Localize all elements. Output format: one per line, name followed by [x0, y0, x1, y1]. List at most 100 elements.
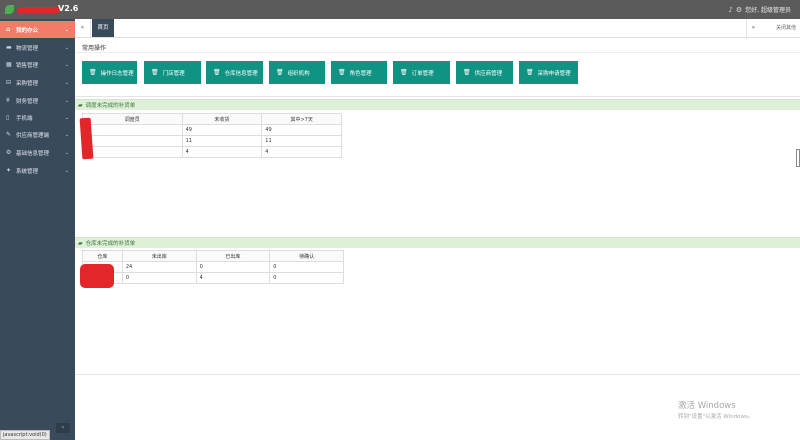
- table-cell: 49: [261, 124, 342, 136]
- op-button-label: 操作日志管理: [100, 70, 134, 77]
- warehouse-table: 仓库 未出库 已出库 待确认 24 0 0 0 4 0: [82, 250, 344, 284]
- op-button-warehouse[interactable]: 🗑 仓库信息管理: [206, 61, 263, 84]
- sidebar-item-label: 财务管理: [16, 98, 39, 105]
- table-cell: 11: [181, 135, 263, 147]
- tab-scroll-left-icon[interactable]: «: [75, 19, 91, 37]
- op-button-label: 采购申请管理: [537, 70, 571, 77]
- inventory-icon: ▦: [6, 61, 12, 68]
- column-header: 未收货: [181, 113, 263, 125]
- divider: [75, 52, 800, 53]
- gear-icon[interactable]: ⚙: [736, 6, 742, 14]
- table-cell: [82, 146, 183, 158]
- trash-icon: 🗑: [338, 69, 346, 76]
- sidebar-item-finance[interactable]: ¥ 财务管理 ⌄: [0, 92, 75, 109]
- close-other-tabs-button[interactable]: 关闭其他: [776, 19, 796, 37]
- chevron-down-icon: ⌄: [64, 44, 69, 51]
- op-button-purchase-request[interactable]: 🗑 采购申请管理: [519, 61, 578, 84]
- sidebar-item-supplier[interactable]: ✎ 供应商管理端 ⌄: [0, 126, 75, 143]
- table-row: 0 4 0: [82, 272, 344, 284]
- status-bar-url: javascript:void(0): [0, 430, 50, 440]
- tab-scroll-right-icon[interactable]: »: [746, 19, 760, 37]
- op-button-label: 供应商管理: [474, 70, 503, 77]
- main-content: 常用操作 🗑 操作日志管理 🗑 门店管理 🗑 仓库信息管理 🗑 组织机构 🗑 角色管理 🗑…: [75, 38, 800, 440]
- sidebar-item-label: 基础信息管理: [16, 150, 50, 157]
- sidebar-item-label: 手机端: [16, 115, 33, 122]
- op-button-log[interactable]: 🗑 操作日志管理: [82, 61, 137, 84]
- table-cell: 49: [181, 124, 263, 136]
- op-button-order[interactable]: 🗑 订单管理: [393, 61, 450, 84]
- scrollbar-thumb[interactable]: [796, 149, 800, 167]
- table-cell: [82, 124, 183, 136]
- op-button-label: 订单管理: [411, 70, 434, 77]
- divider: [75, 374, 800, 375]
- table-cell: 0: [269, 261, 344, 273]
- sidebar-collapse-button[interactable]: ‹: [56, 423, 70, 433]
- op-button-label: 角色管理: [349, 70, 372, 77]
- trash-icon: 🗑: [89, 69, 97, 76]
- op-button-label: 门店管理: [162, 70, 185, 77]
- chevron-down-icon: ⌄: [64, 167, 69, 174]
- column-header: 未出库: [121, 250, 197, 262]
- sidebar: ⌂ 我的办公 ⌄ ▬ 物流管理 ⌄ ▦ 销售管理 ⌄ ⊟ 采购管理 ⌄ ¥ 财务…: [0, 19, 75, 440]
- chevron-down-icon: ⌄: [64, 131, 69, 138]
- op-button-label: 仓库信息管理: [224, 70, 258, 77]
- sidebar-item-basic-info[interactable]: ⚙ 基础信息管理 ⌄: [0, 144, 75, 161]
- bell-icon[interactable]: ♪: [728, 6, 732, 14]
- dispatch-panel-header: ▰ 调度未完成的补货单: [75, 99, 800, 110]
- tab-bar: « 首页 » 关闭其他: [75, 19, 800, 38]
- column-header: 其中>7天: [261, 113, 342, 125]
- sidebar-item-label: 采购管理: [16, 80, 39, 87]
- link-icon: ✎: [6, 131, 12, 138]
- cart-icon: ⊟: [6, 79, 12, 86]
- column-header: 已出库: [195, 250, 271, 262]
- app-logo: [5, 4, 60, 15]
- table-header-row: 仓库 未出库 已出库 待确认: [82, 250, 344, 262]
- redaction-mark: [80, 264, 114, 288]
- truck-icon: ▬: [6, 44, 12, 51]
- user-menu[interactable]: ♪ ⚙ 您好, 超级管理员: [728, 5, 791, 15]
- tab-home[interactable]: 首页: [92, 19, 114, 37]
- op-button-label: 组织机构: [287, 70, 310, 77]
- redacted-app-name: [17, 7, 60, 13]
- table-cell: 4: [181, 146, 263, 158]
- chevron-down-icon: ⌄: [64, 61, 69, 68]
- sidebar-item-system[interactable]: ✦ 系统管理 ⌄: [0, 162, 75, 179]
- sidebar-item-sales[interactable]: ▦ 销售管理 ⌄: [0, 56, 75, 73]
- windows-activation-watermark: 激活 Windows 转到"设置"以激活 Windows。: [678, 399, 753, 420]
- sidebar-item-label: 销售管理: [16, 62, 39, 69]
- user-greeting[interactable]: 您好, 超级管理员: [745, 5, 791, 14]
- column-header: 待确认: [269, 250, 344, 262]
- phone-icon: ▯: [6, 114, 10, 121]
- table-row: 11 11: [82, 135, 342, 147]
- chevron-down-icon: ⌄: [64, 149, 69, 156]
- sidebar-item-purchase[interactable]: ⊟ 采购管理 ⌄: [0, 74, 75, 91]
- table-row: 24 0 0: [82, 261, 344, 273]
- table-row: 49 49: [82, 124, 342, 136]
- op-button-store[interactable]: 🗑 门店管理: [144, 61, 201, 84]
- sidebar-item-logistics[interactable]: ▬ 物流管理 ⌄: [0, 39, 75, 56]
- trash-icon: 🗑: [463, 69, 471, 76]
- sidebar-item-my-office[interactable]: ⌂ 我的办公 ⌄: [0, 21, 75, 38]
- top-bar: V2.6 ♪ ⚙ 您好, 超级管理员: [0, 0, 800, 19]
- finance-icon: ¥: [6, 97, 10, 104]
- table-cell: 0: [269, 272, 344, 284]
- op-button-org[interactable]: 🗑 组织机构: [269, 61, 325, 84]
- sidebar-item-label: 我的办公: [16, 27, 39, 34]
- settings-icon: ⚙: [6, 149, 12, 156]
- trash-icon: 🗑: [151, 69, 159, 76]
- trash-icon: 🗑: [213, 69, 221, 76]
- gear-icon: ✦: [6, 167, 12, 174]
- app-version: V2.6: [58, 4, 79, 13]
- divider: [75, 96, 800, 97]
- column-header: 仓库: [82, 250, 123, 262]
- home-icon: ⌂: [6, 26, 11, 33]
- watermark-line-2: 转到"设置"以激活 Windows。: [678, 414, 754, 420]
- table-cell: 4: [195, 272, 271, 284]
- sidebar-item-label: 系统管理: [16, 168, 39, 175]
- op-button-role[interactable]: 🗑 角色管理: [331, 61, 387, 84]
- watermark-line-1: 激活 Windows: [678, 401, 736, 411]
- sidebar-item-mobile[interactable]: ▯ 手机端 ⌄: [0, 109, 75, 126]
- table-cell: 0: [121, 272, 197, 284]
- op-button-supplier[interactable]: 🗑 供应商管理: [456, 61, 513, 84]
- column-header: 调度员: [82, 113, 183, 125]
